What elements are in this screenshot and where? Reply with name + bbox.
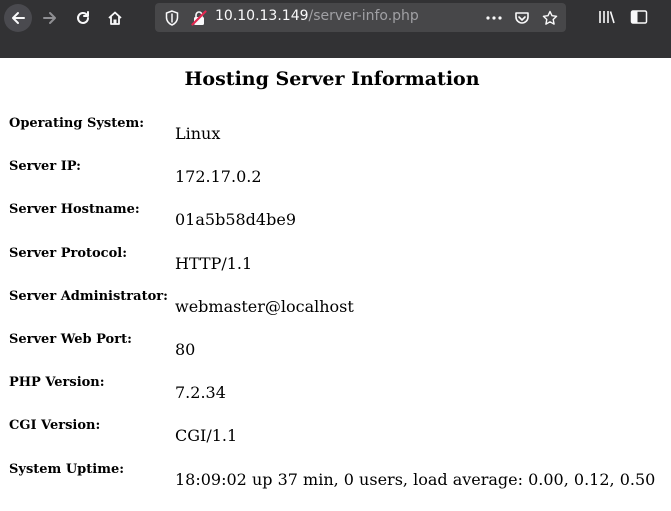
info-value: Linux xyxy=(175,124,221,143)
info-label: Operating System: xyxy=(9,116,145,131)
info-value: 7.2.34 xyxy=(175,383,226,403)
info-label: Server Protocol: xyxy=(9,245,128,261)
library-icon[interactable] xyxy=(598,9,616,25)
info-row: PHP Version: 7.2.34 xyxy=(0,375,671,418)
forward-arrow-icon xyxy=(43,12,56,24)
info-label: Server IP: xyxy=(9,159,81,175)
bookmark-star-icon[interactable] xyxy=(542,10,558,26)
info-row: Operating System: Linux xyxy=(0,116,671,159)
info-label: System Uptime: xyxy=(9,461,125,477)
url-host: 10.10.13.149 xyxy=(215,8,309,24)
info-label: PHP Version: xyxy=(9,375,105,391)
info-row: Server IP: 172.17.0.2 xyxy=(0,159,671,202)
home-button[interactable] xyxy=(101,4,129,32)
page-actions-menu-icon[interactable] xyxy=(485,10,503,26)
info-label: Server Web Port: xyxy=(9,332,132,347)
page-content: Hosting Server Information Operating Sys… xyxy=(0,58,671,511)
browser-toolbar: 10.10.13.149/server-info.php xyxy=(0,0,671,58)
forward-button[interactable] xyxy=(36,4,64,32)
info-value: 172.17.0.2 xyxy=(175,167,262,187)
info-row: Server Hostname: 01a5b58d4be9 xyxy=(0,202,671,245)
reload-button[interactable] xyxy=(69,4,97,32)
info-value: 80 xyxy=(175,340,196,359)
info-value: CGI/1.1 xyxy=(175,426,238,446)
info-row: Server Protocol: HTTP/1.1 xyxy=(0,246,671,289)
home-icon xyxy=(108,11,122,25)
reload-icon xyxy=(77,11,89,24)
back-arrow-icon xyxy=(12,12,25,24)
url-path: /server-info.php xyxy=(308,8,419,24)
page-title: Hosting Server Information xyxy=(184,68,480,90)
info-row: CGI Version: CGI/1.1 xyxy=(0,418,671,461)
info-value: webmaster@localhost xyxy=(175,296,354,316)
info-value: HTTP/1.1 xyxy=(175,253,253,273)
info-row: System Uptime: 18:09:02 up 37 min, 0 user… xyxy=(0,462,671,505)
url-text[interactable]: 10.10.13.149/server-info.php xyxy=(215,8,419,24)
info-value: 18:09:02 up 37 min, 0 users, load averag… xyxy=(175,469,656,489)
info-label: Server Hostname: xyxy=(9,202,140,218)
tracking-protection-shield-icon[interactable] xyxy=(165,10,179,26)
sidebar-icon[interactable] xyxy=(630,9,648,25)
info-label: CGI Version: xyxy=(9,418,101,434)
info-row: Server Administrator: webmaster@localhost xyxy=(0,289,671,332)
insecure-connection-lock-icon[interactable] xyxy=(191,10,207,26)
back-button[interactable] xyxy=(4,4,32,32)
info-row: Server Web Port: 80 xyxy=(0,332,671,375)
info-label: Server Administrator: xyxy=(9,288,168,304)
info-value: 01a5b58d4be9 xyxy=(175,210,296,230)
pocket-icon[interactable] xyxy=(514,10,530,26)
address-bar[interactable]: 10.10.13.149/server-info.php xyxy=(155,3,566,32)
